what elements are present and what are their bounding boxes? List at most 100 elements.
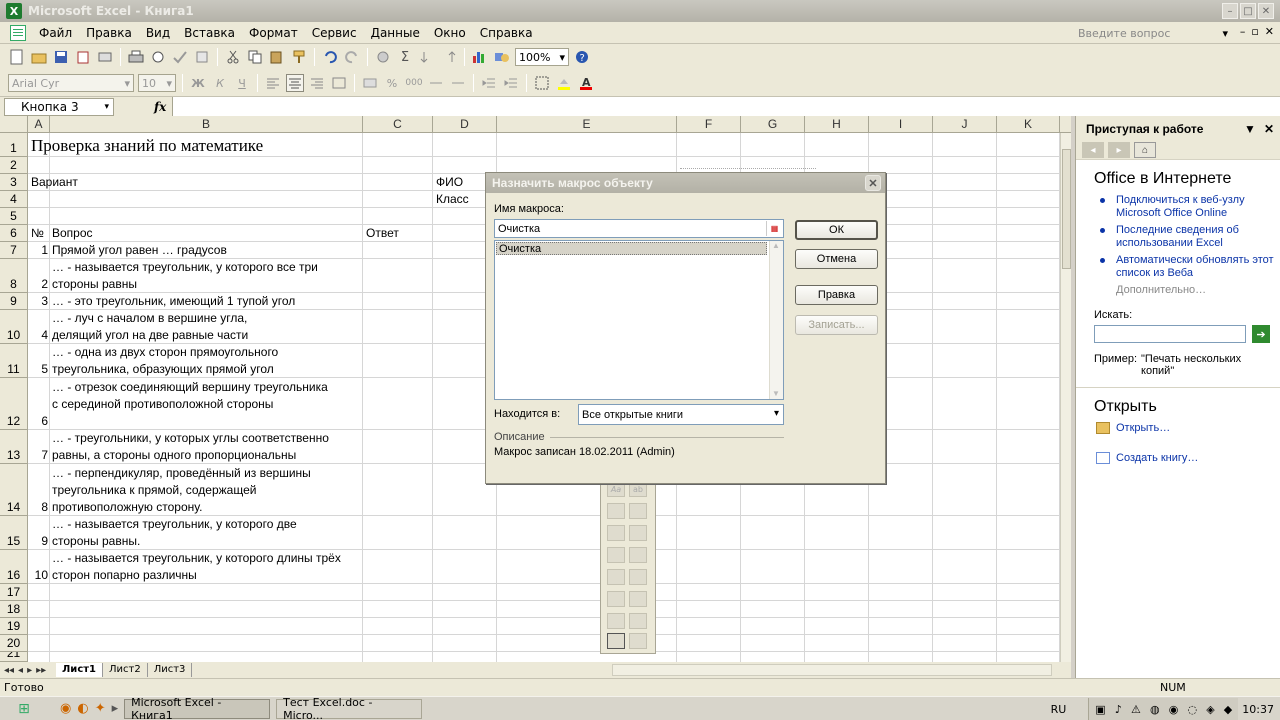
search-go-icon[interactable]: ➔ <box>1252 325 1270 343</box>
underline-button[interactable]: Ч <box>233 74 251 92</box>
new-icon[interactable] <box>8 48 26 66</box>
workbook-icon[interactable] <box>10 24 26 41</box>
menu-insert[interactable]: Вставка <box>177 26 242 40</box>
menu-tools[interactable]: Сервис <box>305 26 364 40</box>
link-latest-news[interactable]: Последние сведения об использовании Exce… <box>1098 224 1280 250</box>
formula-input[interactable] <box>172 97 1280 116</box>
ok-button[interactable]: ОК <box>795 220 878 240</box>
search-input[interactable] <box>1094 325 1246 343</box>
increase-decimal-icon[interactable] <box>427 74 445 92</box>
row-header[interactable]: 8 <box>0 259 28 293</box>
menu-edit[interactable]: Правка <box>79 26 139 40</box>
taskbar-item-excel[interactable]: Microsoft Excel - Книга1 <box>124 696 271 720</box>
scroll-down-icon[interactable]: ▼ <box>772 389 780 398</box>
edit-button[interactable]: Правка <box>795 285 878 305</box>
show-desktop-icon[interactable]: ◉ <box>60 701 71 716</box>
column-header-i[interactable]: I <box>869 116 933 133</box>
menu-file[interactable]: Файл <box>32 26 79 40</box>
row-header[interactable]: 7 <box>0 242 28 259</box>
align-center-icon[interactable] <box>286 74 304 92</box>
doc-close-button[interactable]: ✕ <box>1265 25 1274 38</box>
maximize-button[interactable]: □ <box>1240 3 1256 19</box>
tray-app-icon[interactable]: ◌ <box>1187 703 1197 716</box>
volume-icon[interactable]: ♪ <box>1115 703 1122 716</box>
row-header[interactable]: 15 <box>0 516 28 550</box>
autosum-icon[interactable]: Σ <box>396 48 414 66</box>
next-sheet-icon[interactable]: ▸ <box>27 665 32 676</box>
doc-restore-button[interactable]: ▫ <box>1251 25 1258 38</box>
forward-icon[interactable]: ▸ <box>1108 142 1130 158</box>
toggle-grid-icon[interactable] <box>607 633 625 649</box>
row-header[interactable]: 4 <box>0 191 28 208</box>
row-header[interactable]: 6 <box>0 225 28 242</box>
list-box-tool-icon[interactable] <box>607 547 625 563</box>
row-header[interactable]: 21 <box>0 652 28 662</box>
vertical-scrollbar[interactable] <box>1060 133 1071 662</box>
column-header-k[interactable]: K <box>997 116 1060 133</box>
tab-sheet3[interactable]: Лист3 <box>148 663 193 677</box>
scroll-up-icon[interactable]: ▲ <box>772 241 780 250</box>
font-color-icon[interactable]: A <box>577 74 595 92</box>
spelling-icon[interactable] <box>171 48 189 66</box>
menu-view[interactable]: Вид <box>139 26 177 40</box>
create-workbook-link[interactable]: Создать книгу… <box>1096 452 1280 464</box>
row-header[interactable]: 18 <box>0 601 28 618</box>
borders-icon[interactable] <box>533 74 551 92</box>
redo-icon[interactable] <box>343 48 361 66</box>
minimize-button[interactable]: – <box>1222 3 1238 19</box>
first-sheet-icon[interactable]: ◂◂ <box>4 665 14 676</box>
menu-window[interactable]: Окно <box>427 26 473 40</box>
bold-button[interactable]: Ж <box>189 74 207 92</box>
quick-launch-expand-icon[interactable]: ▸ <box>112 701 119 716</box>
last-sheet-icon[interactable]: ▸▸ <box>36 665 46 676</box>
drawing-icon[interactable] <box>493 48 511 66</box>
column-header-f[interactable]: F <box>677 116 741 133</box>
name-box[interactable]: Кнопка 3 ▾ <box>4 97 114 116</box>
select-all-corner[interactable] <box>0 116 28 133</box>
font-name-combo[interactable]: Arial Cyr ▾ <box>8 74 134 92</box>
task-pane-menu-icon[interactable]: ▼ <box>1244 122 1256 136</box>
prev-sheet-icon[interactable]: ◂ <box>18 665 23 676</box>
back-icon[interactable]: ◂ <box>1082 142 1104 158</box>
doc-minimize-button[interactable]: – <box>1240 25 1246 38</box>
macro-list[interactable]: Очистка ▲ ▼ <box>494 240 784 400</box>
row-header[interactable]: 1 <box>0 133 28 157</box>
button-tool-icon[interactable] <box>629 503 647 519</box>
opera-icon[interactable]: ◐ <box>77 701 88 716</box>
increase-indent-icon[interactable] <box>502 74 520 92</box>
row-header[interactable]: 5 <box>0 208 28 225</box>
chart-wizard-icon[interactable] <box>471 48 489 66</box>
row-header[interactable]: 20 <box>0 635 28 652</box>
option-button-tool-icon[interactable] <box>629 525 647 541</box>
column-header-b[interactable]: B <box>50 116 363 133</box>
column-header-h[interactable]: H <box>805 116 869 133</box>
align-right-icon[interactable] <box>308 74 326 92</box>
column-header-a[interactable]: A <box>28 116 50 133</box>
row-header[interactable]: 11 <box>0 344 28 378</box>
link-office-online[interactable]: Подключиться к веб-узлу Microsoft Office… <box>1098 194 1280 220</box>
row-header[interactable]: 14 <box>0 464 28 516</box>
macro-list-scrollbar[interactable]: ▲ ▼ <box>769 241 783 399</box>
percent-button[interactable]: % <box>383 74 401 92</box>
font-name-dropdown-icon[interactable]: ▾ <box>124 77 130 90</box>
save-icon[interactable] <box>52 48 70 66</box>
tab-sheet2[interactable]: Лист2 <box>103 663 148 677</box>
column-header-e[interactable]: E <box>497 116 677 133</box>
menu-data[interactable]: Данные <box>364 26 427 40</box>
location-select[interactable]: Все открытые книги ▾ <box>578 404 784 425</box>
run-dialog-icon[interactable] <box>629 633 647 649</box>
language-indicator[interactable]: RU <box>1051 703 1067 716</box>
zoom-combo[interactable]: 100% ▾ <box>515 48 569 66</box>
clock[interactable]: 10:37 <box>1242 703 1280 716</box>
open-file-link[interactable]: Открыть… <box>1096 422 1280 434</box>
dialog-close-icon[interactable]: ✕ <box>865 175 881 191</box>
taskbar-item-word[interactable]: Тест Excel.doc - Micro... <box>276 696 423 720</box>
dialog-title-bar[interactable]: Назначить макрос объекту ✕ <box>486 173 885 193</box>
print-icon[interactable] <box>127 48 145 66</box>
list-item[interactable]: Очистка <box>496 242 767 255</box>
fill-color-icon[interactable] <box>555 74 573 92</box>
spinner-tool-icon[interactable] <box>629 591 647 607</box>
row-header[interactable]: 13 <box>0 430 28 464</box>
tray-app-icon[interactable]: ◉ <box>1169 703 1179 716</box>
research-icon[interactable] <box>193 48 211 66</box>
